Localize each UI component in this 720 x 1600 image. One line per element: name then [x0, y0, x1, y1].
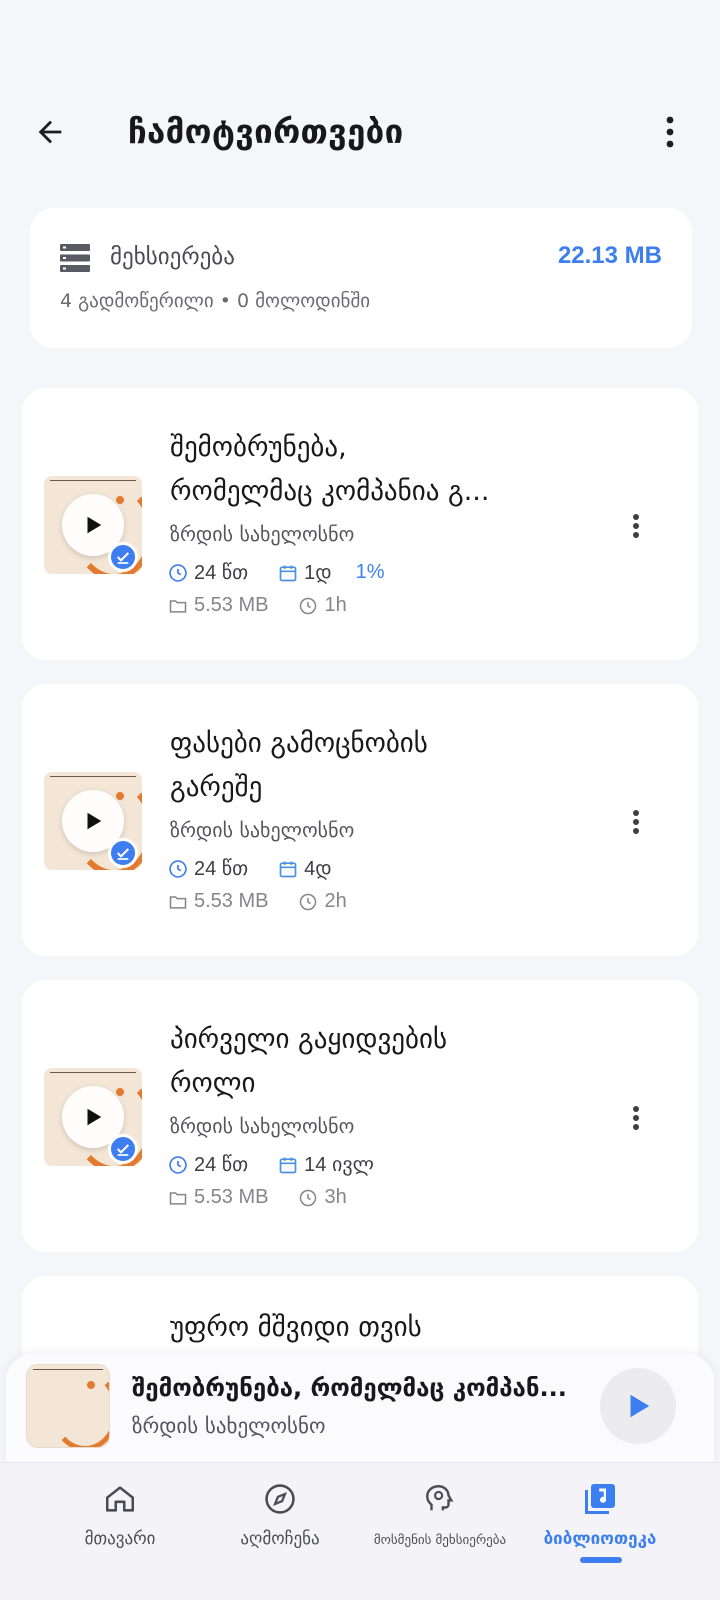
file-size: 5.53 MB	[194, 594, 269, 616]
arrow-left-icon	[38, 120, 62, 144]
download-meta: 5.53 MB 2h	[168, 890, 347, 913]
download-meta: 5.53 MB 3h	[168, 1186, 347, 1209]
calendar-icon	[279, 1157, 297, 1173]
active-tab-indicator	[580, 1557, 622, 1563]
clock-icon	[169, 563, 187, 582]
folder-icon	[169, 895, 187, 909]
home-icon	[105, 1486, 135, 1512]
nav-item-library[interactable]: ბიბლიოთეკა	[510, 1479, 690, 1549]
episode-duration: 24 წთ	[194, 1154, 249, 1176]
clock-icon	[169, 859, 187, 878]
clock-icon	[300, 597, 317, 614]
episode-menu-button[interactable]	[624, 1096, 648, 1140]
episode-title: შემობრუნება, რომელმაც კომპანია გ...	[170, 432, 490, 507]
bottom-navigation: მთავარი აღმოჩენა მოსმენის მეხსიერება ბიბ…	[0, 1462, 720, 1600]
episode-show: ზრდის სახელოსნო	[170, 818, 355, 842]
play-icon	[87, 812, 102, 830]
music-library-icon	[585, 1484, 615, 1514]
episode-title: უფრო მშვიდი თვის	[170, 1312, 422, 1343]
folder-icon	[169, 1191, 187, 1205]
downloaded-badge-icon	[108, 542, 138, 572]
mini-player[interactable]: შემობრუნება, რომელმაც კომპან... ზრდის სა…	[6, 1354, 714, 1462]
file-size: 5.53 MB	[194, 1186, 269, 1208]
play-icon	[630, 1394, 650, 1418]
downloaded-ago: 1h	[324, 594, 347, 616]
episode-meta: 24 წთ 1დ 1%	[168, 560, 385, 585]
episode-card[interactable]: შემობრუნება, რომელმაც კომპანია გ... ზრდი…	[22, 388, 698, 660]
play-icon	[87, 1108, 102, 1126]
episode-menu-button[interactable]	[624, 800, 648, 844]
nav-label: მოსმენის მეხსიერება	[373, 1533, 507, 1548]
nav-label: ბიბლიოთეკა	[543, 1529, 657, 1549]
more-vertical-icon	[666, 116, 674, 148]
app-header: ჩამოტვირთვები	[0, 100, 720, 164]
more-options-button[interactable]	[650, 108, 690, 156]
page-title: ჩამოტვირთვები	[128, 112, 404, 151]
mini-player-artwork	[26, 1364, 110, 1448]
storage-size: 22.13 MB	[557, 242, 662, 269]
episode-card[interactable]: ფასები გამოცნობის გარეშე ზრდის სახელოსნო…	[22, 684, 698, 956]
episode-menu-button[interactable]	[624, 504, 648, 548]
nav-item-listening-memory[interactable]: მოსმენის მეხსიერება	[350, 1479, 530, 1548]
folder-icon	[169, 599, 187, 613]
more-vertical-icon	[633, 810, 639, 834]
episode-meta: 24 წთ 14 ივლ	[168, 1152, 374, 1177]
episode-date: 1დ	[304, 562, 332, 584]
episode-title: პირველი გაყიდვების როლი	[170, 1024, 448, 1099]
episode-card[interactable]: პირველი გაყიდვების როლი ზრდის სახელოსნო …	[22, 980, 698, 1252]
nav-item-home[interactable]: მთავარი	[30, 1479, 210, 1549]
nav-item-discover[interactable]: აღმოჩენა	[190, 1479, 370, 1549]
more-vertical-icon	[633, 1106, 639, 1130]
episode-date: 14 ივლ	[304, 1154, 374, 1176]
downloaded-badge-icon	[108, 1134, 138, 1164]
episode-duration: 24 წთ	[194, 858, 249, 880]
episode-show: ზრდის სახელოსნო	[170, 522, 355, 546]
clock-icon	[300, 893, 317, 910]
storage-icon	[60, 244, 90, 272]
mini-player-play-button[interactable]	[600, 1368, 676, 1444]
clock-icon	[169, 1155, 187, 1174]
download-meta: 5.53 MB 1h	[168, 594, 347, 617]
clock-icon	[300, 1189, 317, 1206]
file-size: 5.53 MB	[194, 890, 269, 912]
downloaded-ago: 3h	[324, 1186, 347, 1208]
downloaded-badge-icon	[108, 838, 138, 868]
play-icon	[87, 516, 102, 534]
downloaded-ago: 2h	[324, 890, 347, 912]
episode-date: 4დ	[304, 858, 332, 880]
episode-meta: 24 წთ 4დ	[168, 856, 332, 881]
mini-player-title: შემობრუნება, რომელმაც კომპან...	[132, 1374, 567, 1402]
storage-label: მეხსიერება	[110, 244, 235, 270]
brain-head-icon	[426, 1485, 454, 1511]
episode-title: ფასები გამოცნობის გარეშე	[170, 728, 428, 803]
episode-duration: 24 წთ	[194, 562, 249, 584]
back-button[interactable]	[26, 108, 74, 156]
episode-show: ზრდის სახელოსნო	[170, 1114, 355, 1138]
play-progress: 1%	[355, 561, 385, 583]
nav-label: მთავარი	[84, 1529, 156, 1549]
compass-icon	[265, 1484, 295, 1514]
mini-player-show: ზრდის სახელოსნო	[132, 1414, 326, 1438]
nav-label: აღმოჩენა	[240, 1529, 320, 1549]
storage-summary-card: მეხსიერება 22.13 MB 4 გადმოწერილი • 0 მო…	[30, 208, 692, 348]
calendar-icon	[279, 861, 297, 877]
download-summary: 4 გადმოწერილი • 0 მოლოდინში	[60, 290, 371, 312]
calendar-icon	[279, 565, 297, 581]
more-vertical-icon	[633, 514, 639, 538]
